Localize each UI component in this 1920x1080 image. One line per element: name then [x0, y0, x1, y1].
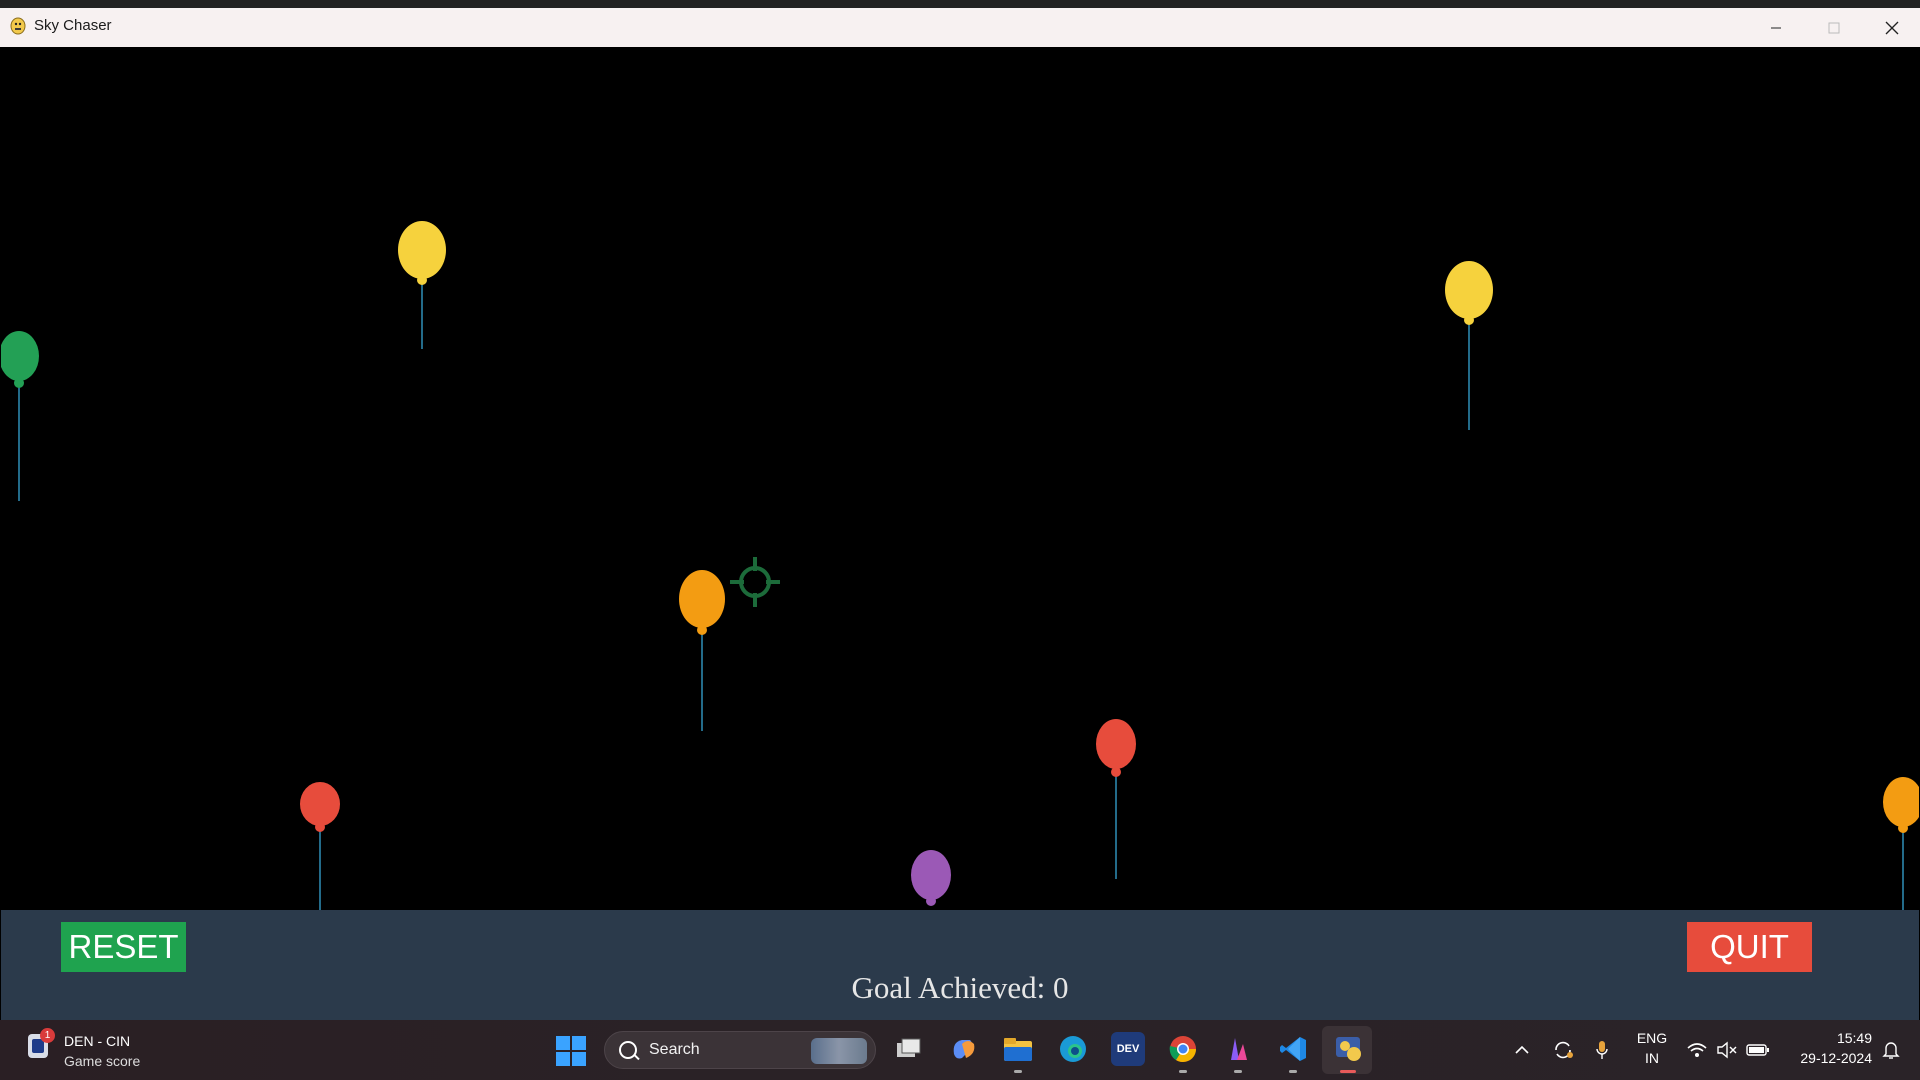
- close-icon: [1885, 21, 1899, 34]
- maximize-button[interactable]: [1805, 8, 1863, 47]
- search-icon: [619, 1041, 637, 1059]
- widget-subtitle: Game score: [64, 1053, 141, 1069]
- language-code: ENG: [1636, 1030, 1668, 1046]
- edge-browser-icon[interactable]: [1056, 1032, 1090, 1066]
- balloon-yellow[interactable]: [1445, 261, 1493, 430]
- file-explorer-icon[interactable]: [1001, 1032, 1035, 1073]
- chrome-icon[interactable]: [1166, 1032, 1200, 1073]
- notification-badge: 1: [40, 1028, 55, 1043]
- show-hidden-icons-chevron-icon[interactable]: [1508, 1020, 1536, 1080]
- notifications-bell-icon[interactable]: [1874, 1020, 1908, 1080]
- battery-icon[interactable]: [1743, 1020, 1773, 1080]
- language-indicator[interactable]: ENG IN: [1632, 1028, 1672, 1068]
- windows-start-icon[interactable]: [556, 1036, 586, 1066]
- balloon-purple[interactable]: [911, 850, 951, 906]
- crosshair-icon: [730, 557, 780, 607]
- minimize-icon: [1771, 27, 1781, 28]
- devtoys-icon[interactable]: DEV: [1111, 1032, 1145, 1066]
- taskbar-search-box[interactable]: Search: [604, 1031, 876, 1069]
- taskbar: 1 DEN - CIN Game score Search DEV ENG IN…: [0, 1020, 1920, 1080]
- search-label: Search: [649, 1041, 700, 1058]
- goal-achieved-label: Goal Achieved: 0: [851, 970, 1069, 1005]
- clock-time: 15:49: [1836, 1030, 1872, 1046]
- python-snake-icon: [10, 17, 26, 35]
- app-launcher-icon[interactable]: [1221, 1032, 1255, 1073]
- minimize-button[interactable]: [1747, 8, 1805, 47]
- quit-button[interactable]: QUIT: [1687, 922, 1812, 972]
- search-highlight-icon: [811, 1038, 867, 1064]
- balloon-orange[interactable]: [679, 570, 725, 731]
- task-view-icon[interactable]: [892, 1032, 926, 1066]
- copilot-icon[interactable]: [946, 1032, 980, 1066]
- balloon-red[interactable]: [300, 782, 340, 910]
- close-button[interactable]: [1863, 8, 1920, 47]
- window-titlebar: Sky Chaser: [0, 0, 1920, 47]
- wifi-icon[interactable]: [1682, 1020, 1712, 1080]
- python-game-icon[interactable]: [1331, 1032, 1365, 1073]
- sports-score-widget[interactable]: 1 DEN - CIN Game score: [26, 1028, 166, 1072]
- taskbar-clock[interactable]: 15:49 29-12-2024: [1782, 1028, 1872, 1068]
- volume-muted-icon[interactable]: [1713, 1020, 1741, 1080]
- widget-title: DEN - CIN: [64, 1033, 131, 1049]
- reset-button[interactable]: RESET: [61, 922, 186, 972]
- window-title: Sky Chaser: [34, 17, 112, 34]
- game-canvas[interactable]: [1, 47, 1919, 910]
- balloon-green[interactable]: [1, 331, 39, 501]
- clock-date: 29-12-2024: [1800, 1050, 1872, 1066]
- balloon-yellow[interactable]: [398, 221, 446, 349]
- balloon-orange[interactable]: [1883, 777, 1919, 910]
- microphone-icon[interactable]: [1588, 1020, 1616, 1080]
- vscode-icon[interactable]: [1276, 1032, 1310, 1073]
- control-panel: RESET QUIT Goal Achieved: 0: [1, 910, 1919, 1020]
- maximize-icon: [1828, 22, 1840, 33]
- balloon-red[interactable]: [1096, 719, 1136, 879]
- region-code: IN: [1645, 1050, 1659, 1066]
- sync-icon[interactable]: [1548, 1020, 1578, 1080]
